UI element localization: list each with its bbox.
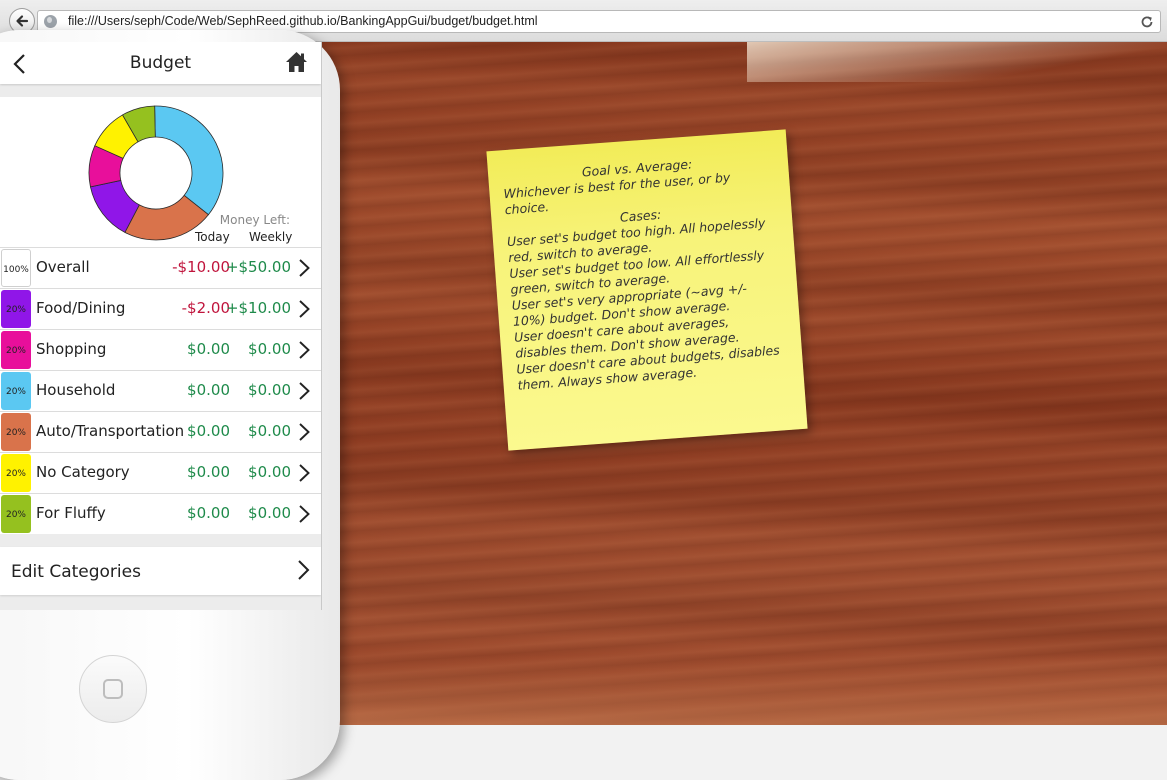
category-weekly-value: +$50.00 (225, 258, 291, 276)
category-today-value: -$2.00 (181, 299, 230, 317)
chevron-right-icon (299, 341, 310, 359)
chevron-right-icon (299, 505, 310, 523)
chevron-right-icon (299, 300, 310, 318)
budget-donut-chart (88, 105, 224, 241)
category-today-value: $0.00 (187, 422, 230, 440)
category-swatch: 20% (1, 495, 31, 533)
app-screen: Budget Money Left: Today Weekly 100% Over… (0, 42, 322, 610)
url-text[interactable]: file:///Users/seph/Code/Web/SephReed.git… (68, 14, 538, 28)
today-column-header: Today (195, 230, 230, 244)
back-icon (16, 15, 29, 27)
sticky-note-text: Goal vs. Average: Whichever is best for … (502, 151, 788, 394)
category-swatch: 20% (1, 290, 31, 328)
chevron-right-icon (299, 382, 310, 400)
category-row[interactable]: 20% Auto/Transportation $0.00 $0.00 (0, 411, 321, 452)
category-list: 100% Overall -$10.00 +$50.00 20% Food/Dining -… (0, 247, 321, 534)
category-name: Shopping (36, 340, 107, 358)
globe-icon (44, 15, 57, 28)
category-weekly-value: $0.00 (248, 504, 291, 522)
desk-shading (340, 655, 1167, 725)
category-name: Auto/Transportation (36, 422, 185, 440)
chevron-right-icon (299, 259, 310, 277)
weekly-column-header: Weekly (249, 230, 293, 244)
chevron-right-icon (299, 464, 310, 482)
category-weekly-value: $0.00 (248, 381, 291, 399)
home-icon[interactable] (285, 51, 308, 73)
category-today-value: $0.00 (187, 504, 230, 522)
money-left-label: Money Left: (219, 213, 290, 227)
category-name: Household (36, 381, 116, 399)
category-weekly-value: $0.00 (248, 422, 291, 440)
category-today-value: $0.00 (187, 463, 230, 481)
chevron-right-icon (298, 560, 310, 580)
category-row[interactable]: 20% Food/Dining -$2.00 +$10.00 (0, 288, 321, 329)
phone-home-button[interactable] (79, 655, 147, 723)
chevron-right-icon (299, 423, 310, 441)
category-row[interactable]: 20% Shopping $0.00 $0.00 (0, 329, 321, 370)
category-swatch: 20% (1, 413, 31, 451)
category-name: For Fluffy (36, 504, 106, 522)
reload-icon[interactable] (1140, 15, 1154, 29)
category-name: No Category (36, 463, 130, 481)
category-today-value: $0.00 (187, 381, 230, 399)
category-row[interactable]: 20% No Category $0.00 $0.00 (0, 452, 321, 493)
category-row[interactable]: 100% Overall -$10.00 +$50.00 (0, 247, 321, 288)
sticky-note: Goal vs. Average: Whichever is best for … (486, 129, 808, 451)
category-row[interactable]: 20% Household $0.00 $0.00 (0, 370, 321, 411)
category-swatch: 20% (1, 331, 31, 369)
edit-categories-button[interactable]: Edit Categories (0, 547, 321, 595)
category-row[interactable]: 20% For Fluffy $0.00 $0.00 (0, 493, 321, 534)
category-today-value: $0.00 (187, 340, 230, 358)
donut-segment (154, 105, 224, 216)
app-header: Budget (0, 42, 321, 84)
category-weekly-value: $0.00 (248, 463, 291, 481)
budget-chart-card: Money Left: Today Weekly (0, 97, 321, 247)
desk-highlight (747, 42, 1167, 82)
category-name: Food/Dining (36, 299, 126, 317)
category-swatch: 100% (1, 249, 31, 287)
category-swatch: 20% (1, 454, 31, 492)
category-today-value: -$10.00 (172, 258, 230, 276)
category-name: Overall (36, 258, 90, 276)
page-title: Budget (129, 53, 192, 73)
category-weekly-value: +$10.00 (225, 299, 291, 317)
edit-categories-label: Edit Categories (11, 562, 141, 582)
category-swatch: 20% (1, 372, 31, 410)
category-weekly-value: $0.00 (248, 340, 291, 358)
